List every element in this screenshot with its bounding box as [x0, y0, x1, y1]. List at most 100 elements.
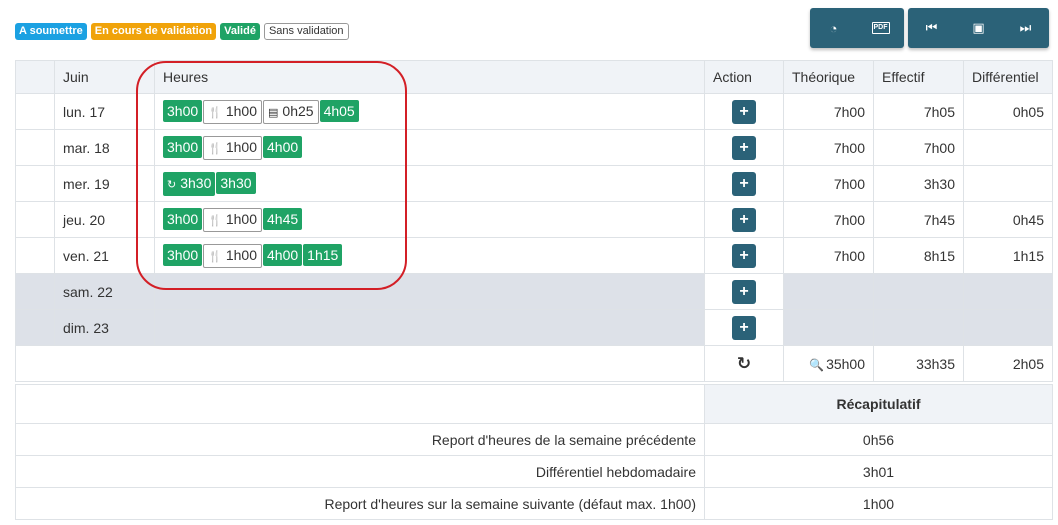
- skip-back-icon: ⏮: [925, 20, 938, 35]
- pdf-button[interactable]: PDF: [857, 8, 904, 48]
- actual-cell: 7h45: [873, 201, 964, 238]
- theoretical-cell: 7h00: [783, 237, 874, 274]
- timesheet-table: Juin Heures Action Théorique Effectif Di…: [15, 60, 1053, 382]
- differential-cell: 1h15: [963, 237, 1053, 274]
- fork-knife-icon: 🍴: [208, 106, 222, 119]
- theoretical-cell: 7h00: [783, 93, 874, 130]
- hour-badge-text: 3h00: [167, 138, 199, 155]
- hour-badge[interactable]: 3h00: [163, 243, 203, 266]
- total-differential-cell: 2h05: [963, 345, 1053, 382]
- skip-forward-icon: ⏭: [1019, 20, 1032, 35]
- theoretical-cell: [783, 273, 874, 310]
- summary-table: Récapitulatif Report d'heures de la sema…: [15, 384, 1053, 520]
- add-entry-button[interactable]: +: [732, 171, 756, 196]
- hours-cell: ↻ 3h30 3h30: [154, 165, 705, 202]
- day-cell: lun. 17: [54, 93, 155, 130]
- hour-badge-text: 0h25: [282, 102, 314, 119]
- refresh-button[interactable]: ↻: [704, 345, 784, 382]
- hour-badge[interactable]: 3h00: [163, 207, 203, 230]
- hour-badge-text: 1h00: [225, 246, 258, 263]
- row-spacer: [15, 129, 55, 166]
- hour-badge[interactable]: 3h30: [216, 171, 256, 194]
- hour-badge[interactable]: 4h00: [263, 243, 303, 266]
- header-theoretical: Théorique: [783, 60, 874, 94]
- add-entry-button[interactable]: +: [732, 315, 756, 340]
- totals-row: ↻ 🔍 35h00 33h35 2h05: [15, 345, 1053, 382]
- skip-back-button[interactable]: ⏮: [908, 8, 955, 48]
- table-row: sam. 22 +: [15, 273, 1053, 310]
- summary-value: 1h00: [704, 487, 1053, 520]
- table-header-row: Juin Heures Action Théorique Effectif Di…: [15, 60, 1053, 94]
- theoretical-cell: 7h00: [783, 165, 874, 202]
- add-entry-button[interactable]: +: [732, 207, 756, 232]
- hour-badge[interactable]: ▤ 0h25: [263, 99, 319, 124]
- total-theoretical-cell: 🔍 35h00: [783, 345, 874, 382]
- hour-badge-text: 4h00: [267, 246, 299, 263]
- theoretical-cell: 7h00: [783, 201, 874, 238]
- hour-badge[interactable]: 4h00: [263, 135, 303, 158]
- action-cell: +: [704, 201, 784, 238]
- differential-cell: [963, 273, 1053, 310]
- hour-badge[interactable]: 1h15: [303, 243, 343, 266]
- refresh-icon: ↻: [736, 353, 752, 373]
- hour-badge[interactable]: 3h00: [163, 99, 203, 122]
- hour-badge-text: 3h00: [167, 210, 199, 227]
- summary-row: Report d'heures sur la semaine suivante …: [15, 487, 1053, 520]
- table-row: ven. 21 3h00 🍴 1h00 4h00 1h15 +7h00 8h15 1h15: [15, 237, 1053, 274]
- dashboard-button[interactable]: ◔: [810, 8, 857, 48]
- summary-row: Différentiel hebdomadaire 3h01: [15, 455, 1053, 488]
- skip-forward-button[interactable]: ⏭: [1002, 8, 1049, 48]
- table-row: dim. 23 +: [15, 309, 1053, 346]
- calendar-button[interactable]: ▣: [955, 8, 1002, 48]
- fork-knife-icon: 🍴: [208, 142, 222, 155]
- hour-badge[interactable]: 🍴 1h00: [203, 243, 263, 268]
- hour-badge[interactable]: 4h05: [319, 99, 359, 122]
- row-spacer: [15, 273, 55, 310]
- hour-badge-text: 3h00: [167, 102, 199, 119]
- add-entry-button[interactable]: +: [732, 135, 756, 160]
- hour-badge-text: 3h30: [220, 174, 252, 191]
- table-row: jeu. 20 3h00 🍴 1h00 4h45 +7h00 7h45 0h45: [15, 201, 1053, 238]
- legend-badge: Sans validation: [263, 23, 349, 40]
- differential-cell: 0h45: [963, 201, 1053, 238]
- actual-cell: [873, 309, 964, 346]
- hour-badge[interactable]: 🍴 1h00: [203, 207, 263, 232]
- hour-badge[interactable]: ↻ 3h30: [163, 171, 216, 196]
- summary-header-spacer: [15, 384, 705, 424]
- row-spacer: [15, 93, 55, 130]
- hour-badge[interactable]: 4h45: [263, 207, 303, 230]
- hour-badge[interactable]: 🍴 1h00: [203, 99, 263, 124]
- action-cell: +: [704, 129, 784, 166]
- differential-cell: [963, 129, 1053, 166]
- day-cell: sam. 22: [54, 273, 155, 310]
- differential-cell: 0h05: [963, 93, 1053, 130]
- theoretical-cell: [783, 309, 874, 346]
- calendar-icon: ▣: [972, 20, 985, 35]
- header-action: Action: [704, 60, 784, 94]
- day-cell: mer. 19: [54, 165, 155, 202]
- day-cell: ven. 21: [54, 237, 155, 274]
- add-entry-button[interactable]: +: [732, 279, 756, 304]
- header-month: Juin: [54, 60, 155, 94]
- hours-cell: 3h00 🍴 1h00 4h00: [154, 129, 705, 166]
- fork-knife-icon: 🍴: [208, 214, 222, 227]
- hour-badge[interactable]: 3h00: [163, 135, 203, 158]
- actual-cell: 7h05: [873, 93, 964, 130]
- hour-badge-text: 1h00: [225, 102, 258, 119]
- table-row: mar. 18 3h00 🍴 1h00 4h00 +7h00 7h00: [15, 129, 1053, 166]
- hour-badge-text: 4h05: [323, 102, 355, 119]
- add-entry-button[interactable]: +: [732, 243, 756, 268]
- theoretical-cell: 7h00: [783, 129, 874, 166]
- hours-cell: 3h00 🍴 1h00 4h45: [154, 201, 705, 238]
- hour-badge[interactable]: 🍴 1h00: [203, 135, 263, 160]
- add-entry-button[interactable]: +: [732, 99, 756, 124]
- summary-value: 3h01: [704, 455, 1053, 488]
- toolbar-export-group: ◔ PDF: [810, 8, 904, 48]
- summary-title: Récapitulatif: [704, 384, 1053, 424]
- hours-cell: [154, 309, 705, 346]
- differential-cell: [963, 165, 1053, 202]
- status-legend: A soumettre En cours de validation Validé S…: [15, 23, 349, 40]
- day-cell: dim. 23: [54, 309, 155, 346]
- search-icon[interactable]: 🔍: [809, 358, 824, 372]
- header-differential: Différentiel: [963, 60, 1053, 94]
